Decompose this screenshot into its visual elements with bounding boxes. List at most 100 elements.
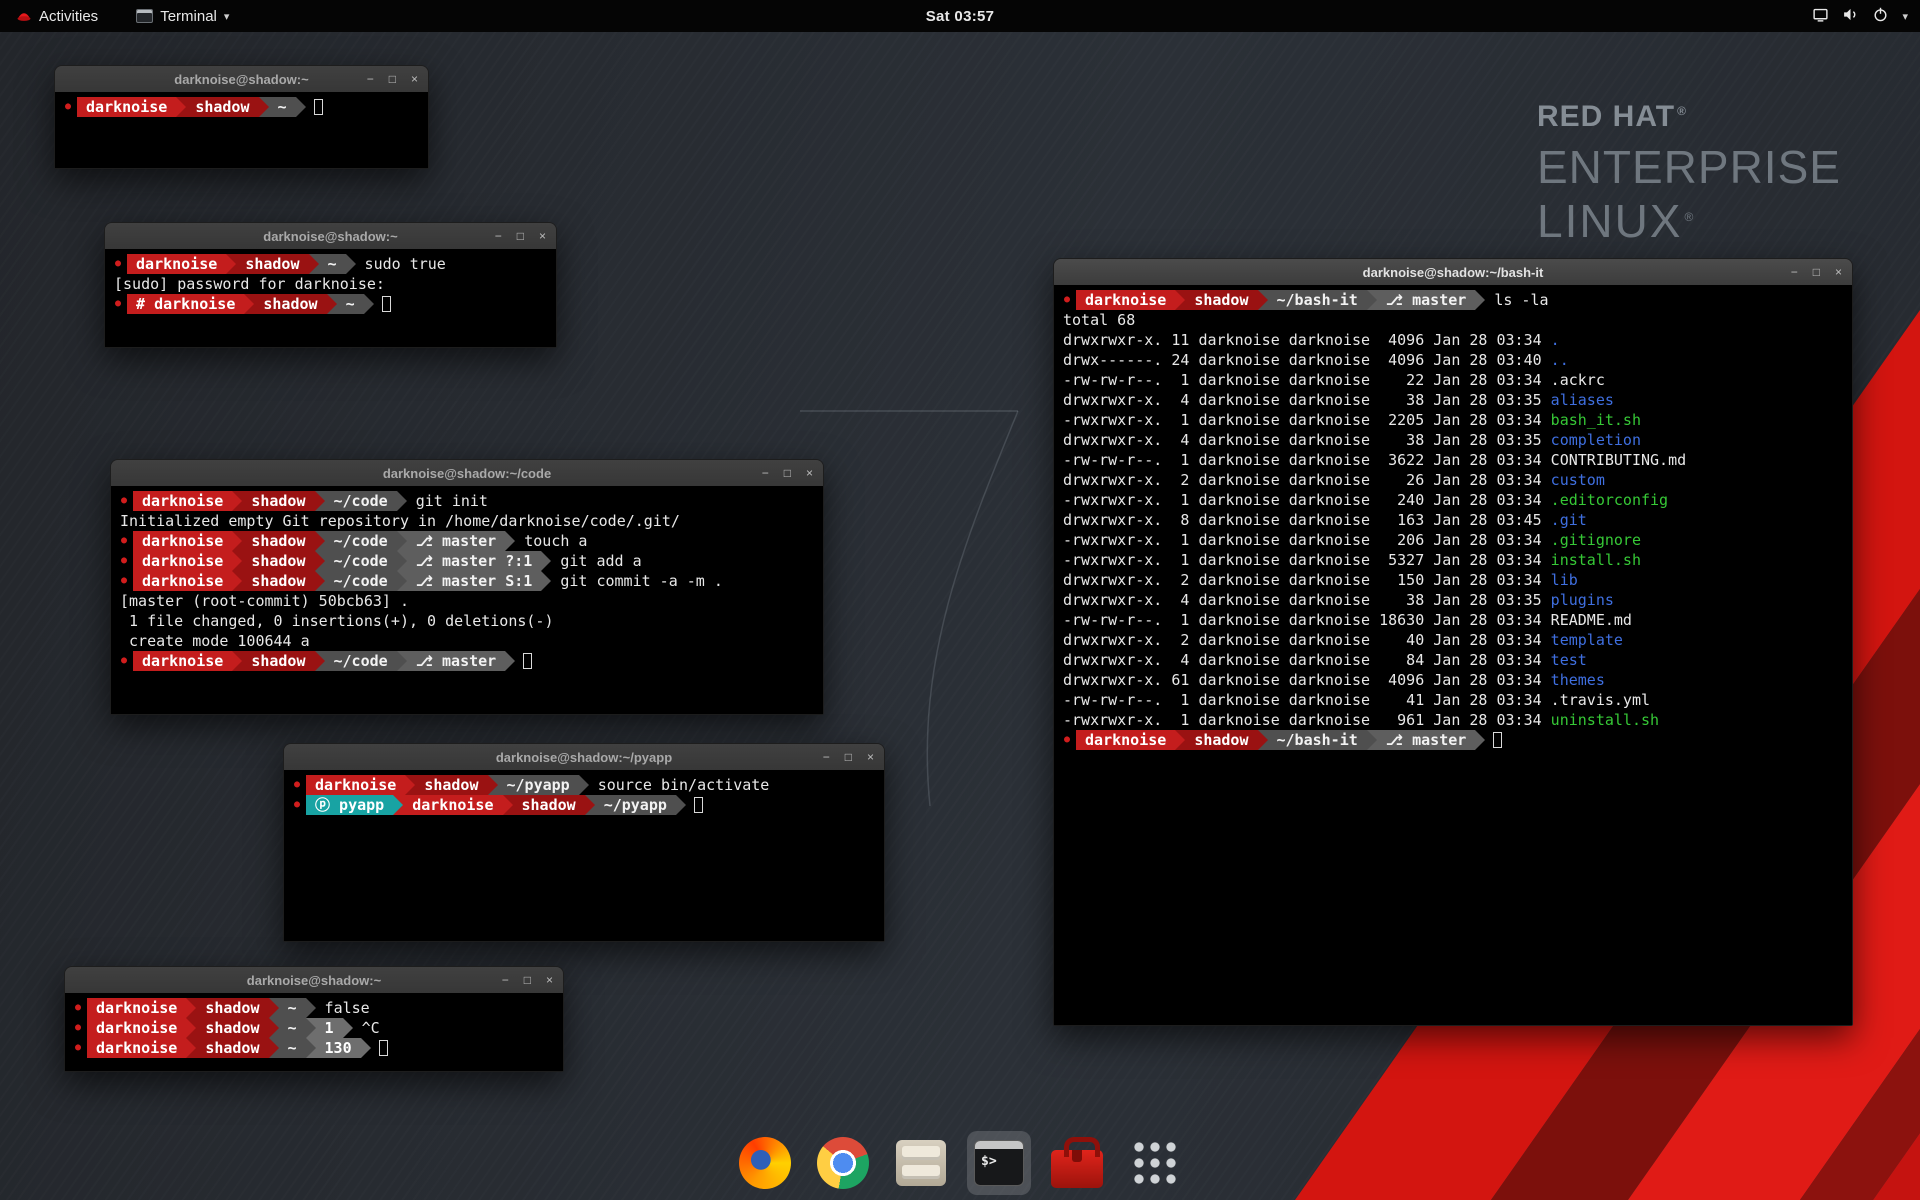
terminal-line: ●darknoiseshadow~1 ^C xyxy=(74,1018,554,1038)
close-button[interactable]: × xyxy=(806,467,813,479)
terminal-body[interactable]: ●darknoiseshadow~ xyxy=(55,92,428,168)
prompt-segment-user: darknoise xyxy=(306,775,405,795)
window-titlebar[interactable]: darknoise@shadow:~−□× xyxy=(55,66,428,92)
dock-files-button[interactable] xyxy=(889,1131,953,1195)
powerline-separator-icon xyxy=(397,571,407,591)
close-button[interactable]: × xyxy=(546,974,553,986)
terminal-text: themes xyxy=(1551,670,1605,690)
terminal-text: bash_it.sh xyxy=(1551,410,1641,430)
prompt-segment-user: # darknoise xyxy=(127,294,244,314)
powerline-separator-icon xyxy=(306,998,316,1018)
terminal-line: ●darknoiseshadow~/code⎇ master xyxy=(120,651,814,671)
close-button[interactable]: × xyxy=(411,73,418,85)
window-title: darknoise@shadow:~/bash-it xyxy=(1363,265,1544,280)
minimize-button[interactable]: − xyxy=(823,751,830,763)
prompt-segment-path: ~ xyxy=(319,254,346,274)
terminal-body[interactable]: ●darknoiseshadow~/bash-it⎇ master ls -la… xyxy=(1054,285,1852,1025)
maximize-button[interactable]: □ xyxy=(524,974,531,986)
terminal-cursor xyxy=(694,797,703,813)
terminal-line: -rw-rw-r--. 1 darknoise darknoise 41 Jan… xyxy=(1063,690,1843,710)
clock[interactable]: Sat 03:57 xyxy=(926,8,995,25)
powerline-separator-icon xyxy=(269,998,279,1018)
minimize-button[interactable]: − xyxy=(367,73,374,85)
terminal-text: test xyxy=(1551,650,1587,670)
powerline-separator-icon xyxy=(269,1018,279,1038)
minimize-button[interactable]: − xyxy=(1791,266,1798,278)
prompt-segment-path: ~ xyxy=(279,1018,306,1038)
powerline-separator-icon xyxy=(269,1038,279,1058)
prompt-segment-host: shadow xyxy=(242,571,314,591)
redhat-prompt-icon: ● xyxy=(294,795,300,815)
prompt-segment-path: ~/code xyxy=(325,571,397,591)
window-controls: − □ × xyxy=(495,223,546,249)
window-titlebar[interactable]: darknoise@shadow:~/bash-it − □ × xyxy=(1054,259,1852,285)
minimize-button[interactable]: − xyxy=(495,230,502,242)
powerline-separator-icon xyxy=(676,795,686,815)
terminal-line: -rwxrwxr-x. 1 darknoise darknoise 206 Ja… xyxy=(1063,530,1843,550)
window-titlebar[interactable]: darknoise@shadow:~−□× xyxy=(65,967,563,993)
redhat-prompt-icon: ● xyxy=(115,294,121,314)
prompt-segment-path: ~ xyxy=(337,294,364,314)
redhat-prompt-icon: ● xyxy=(75,998,81,1018)
system-status-area[interactable]: ▾ xyxy=(1812,6,1920,27)
terminal-line: drwxrwxr-x. 4 darknoise darknoise 38 Jan… xyxy=(1063,390,1843,410)
maximize-button[interactable]: □ xyxy=(1813,266,1820,278)
terminal-line: ●darknoiseshadow~/code⎇ master touch a xyxy=(120,531,814,551)
prompt-segment-git: ⎇ master xyxy=(407,651,506,671)
close-button[interactable]: × xyxy=(867,751,874,763)
dock-firefox-button[interactable] xyxy=(733,1131,797,1195)
powerline-separator-icon xyxy=(315,531,325,551)
prompt-segment-host: shadow xyxy=(1185,290,1257,310)
terminal-body[interactable]: ●darknoiseshadow~/pyapp source bin/activ… xyxy=(284,770,884,941)
maximize-button[interactable]: □ xyxy=(845,751,852,763)
minimize-button[interactable]: − xyxy=(762,467,769,479)
window-titlebar[interactable]: darknoise@shadow:~/pyapp−□× xyxy=(284,744,884,770)
prompt-segment-user: darknoise xyxy=(1076,730,1175,750)
maximize-button[interactable]: □ xyxy=(784,467,791,479)
terminal-window-w1: darknoise@shadow:~−□×●darknoiseshadow~ xyxy=(54,65,429,169)
terminal-body[interactable]: ●darknoiseshadow~ false●darknoiseshadow~… xyxy=(65,993,563,1071)
close-button[interactable]: × xyxy=(1835,266,1842,278)
powerline-separator-icon xyxy=(315,491,325,511)
terminal-line: total 68 xyxy=(1063,310,1843,330)
close-button[interactable]: × xyxy=(539,230,546,242)
dock-app-grid-button[interactable] xyxy=(1123,1131,1187,1195)
prompt-segment-git: ⎇ master xyxy=(1377,290,1476,310)
maximize-button[interactable]: □ xyxy=(389,73,396,85)
terminal-body[interactable]: ●darknoiseshadow~/code git initInitializ… xyxy=(111,486,823,714)
terminal-text: template xyxy=(1551,630,1623,650)
prompt-segment-host: shadow xyxy=(186,97,258,117)
powerline-separator-icon xyxy=(361,1038,371,1058)
powerline-separator-icon xyxy=(176,97,186,117)
redhat-prompt-icon: ● xyxy=(75,1018,81,1038)
terminal-text: git commit -a -m . xyxy=(551,571,723,591)
terminal-text: uninstall.sh xyxy=(1551,710,1659,730)
terminal-text: drwxrwxr-x. 2 darknoise darknoise 26 Jan… xyxy=(1063,470,1551,490)
powerline-separator-icon xyxy=(397,531,407,551)
terminal-line: drwxrwxr-x. 11 darknoise darknoise 4096 … xyxy=(1063,330,1843,350)
activities-button[interactable]: Activities xyxy=(10,0,104,32)
prompt-segment-git: ⎇ master xyxy=(407,531,506,551)
minimize-button[interactable]: − xyxy=(502,974,509,986)
powerline-separator-icon xyxy=(1258,290,1268,310)
terminal-line: 1 file changed, 0 insertions(+), 0 delet… xyxy=(120,611,814,631)
dock-chrome-button[interactable] xyxy=(811,1131,875,1195)
terminal-line: -rwxrwxr-x. 1 darknoise darknoise 2205 J… xyxy=(1063,410,1843,430)
powerline-separator-icon xyxy=(327,294,337,314)
window-titlebar[interactable]: darknoise@shadow:~−□× xyxy=(105,223,556,249)
powerline-separator-icon xyxy=(186,1038,196,1058)
prompt-segment-host: shadow xyxy=(242,551,314,571)
dock-software-button[interactable] xyxy=(1045,1131,1109,1195)
powerline-separator-icon xyxy=(232,551,242,571)
prompt-segment-user: darknoise xyxy=(87,998,186,1018)
maximize-button[interactable]: □ xyxy=(517,230,524,242)
terminal-text: .ackrc xyxy=(1551,370,1605,390)
terminal-line: ●darknoiseshadow~130 xyxy=(74,1038,554,1058)
dock-terminal-button[interactable] xyxy=(967,1131,1031,1195)
terminal-text: 1 file changed, 0 insertions(+), 0 delet… xyxy=(120,611,553,631)
app-menu-button[interactable]: Terminal ▾ xyxy=(130,0,235,32)
terminal-body[interactable]: ●darknoiseshadow~ sudo true[sudo] passwo… xyxy=(105,249,556,347)
window-titlebar[interactable]: darknoise@shadow:~/code−□× xyxy=(111,460,823,486)
powerline-separator-icon xyxy=(397,491,407,511)
prompt-segment-path: ~/bash-it xyxy=(1268,730,1367,750)
